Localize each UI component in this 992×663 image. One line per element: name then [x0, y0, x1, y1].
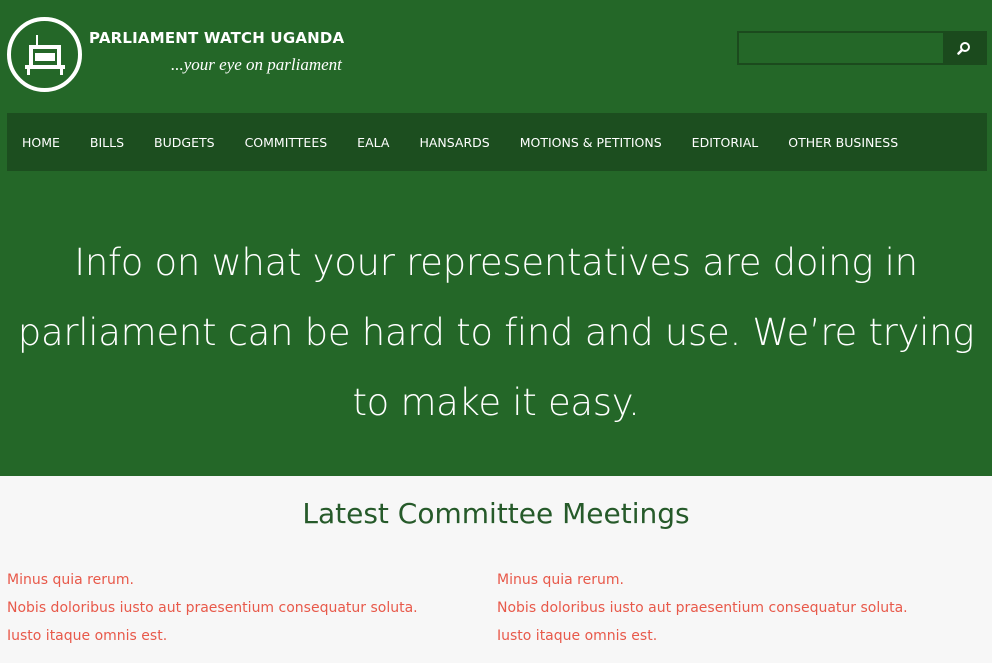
hero-headline-line: parliament can be hard to find and use. …: [17, 311, 975, 354]
main-nav: HOME BILLS BUDGETS COMMITTEES EALA HANSA…: [7, 113, 987, 171]
nav-item-eala[interactable]: EALA: [357, 135, 389, 150]
hero-section: PARLIAMENT WATCH UGANDA ...your eye on p…: [0, 0, 992, 476]
hero-headline-line: to make it easy.: [352, 381, 640, 424]
nav-item-committees[interactable]: COMMITTEES: [245, 135, 328, 150]
meeting-link[interactable]: Nobis doloribus iusto aut praesentium co…: [497, 594, 967, 622]
hero-headline-line: Info on what your representatives are do…: [74, 241, 918, 284]
hero-headline: Info on what your representatives are do…: [0, 228, 992, 438]
site-title: PARLIAMENT WATCH UGANDA: [89, 29, 345, 47]
meeting-link[interactable]: Minus quia rerum.: [497, 566, 967, 594]
search-input[interactable]: [741, 35, 941, 61]
meeting-link[interactable]: Nobis doloribus iusto aut praesentium co…: [7, 594, 477, 622]
meeting-link[interactable]: Minus quia rerum.: [7, 566, 477, 594]
committee-meeting-item: Minus quia rerum. Nobis doloribus iusto …: [497, 566, 967, 650]
committee-meeting-item: Minus quia rerum. Nobis doloribus iusto …: [7, 566, 477, 650]
parliament-building-icon: [7, 17, 82, 92]
site-logo[interactable]: PARLIAMENT WATCH UGANDA ...your eye on p…: [7, 17, 407, 97]
search-box: [737, 31, 987, 65]
nav-item-editorial[interactable]: EDITORIAL: [692, 135, 759, 150]
meeting-link[interactable]: Iusto itaque omnis est.: [497, 622, 967, 650]
nav-item-bills[interactable]: BILLS: [90, 135, 124, 150]
search-icon: [957, 42, 970, 55]
nav-item-hansards[interactable]: HANSARDS: [419, 135, 489, 150]
nav-item-motions-petitions[interactable]: MOTIONS & PETITIONS: [520, 135, 662, 150]
nav-item-budgets[interactable]: BUDGETS: [154, 135, 215, 150]
meeting-link[interactable]: Iusto itaque omnis est.: [7, 622, 477, 650]
site-tagline: ...your eye on parliament: [171, 55, 342, 74]
committee-meetings-title: Latest Committee Meetings: [302, 497, 690, 530]
search-button[interactable]: [943, 33, 985, 63]
nav-item-other-business[interactable]: OTHER BUSINESS: [788, 135, 898, 150]
nav-item-home[interactable]: HOME: [22, 135, 60, 150]
